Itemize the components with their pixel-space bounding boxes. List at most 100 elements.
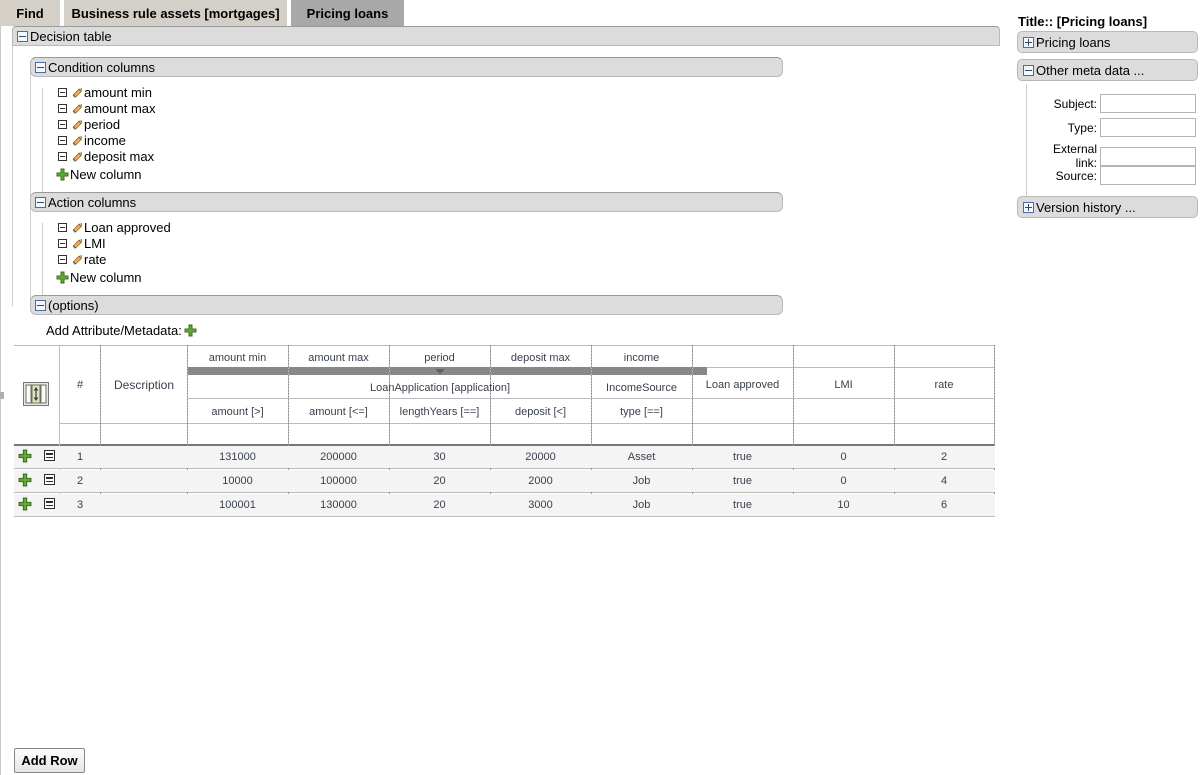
table-cell[interactable]: 130000 [288,494,389,516]
remove-column-icon[interactable] [58,152,67,161]
table-cell[interactable]: Job [591,470,692,492]
panel-condition-columns-header[interactable]: Condition columns [30,57,783,77]
column-sizer-icon[interactable] [23,382,49,406]
action-column-item[interactable]: Loan approved [58,219,171,235]
expand-icon-pricing-loans[interactable] [1023,37,1034,48]
tab-pricing-loans[interactable]: Pricing loans [291,0,404,26]
source-input[interactable] [1100,166,1196,185]
table-cell[interactable]: 20000 [490,446,591,468]
insert-row-icon[interactable] [18,473,31,486]
sidebar-section-pricing-loans[interactable]: Pricing loans [1017,31,1198,53]
sidebar-section-version-history[interactable]: Version history ... [1017,196,1198,218]
edit-pencil-icon[interactable] [71,253,84,266]
splitter-handle[interactable] [0,392,4,399]
subject-input[interactable] [1100,94,1196,113]
insert-row-icon[interactable] [18,449,31,462]
tab-business-rule-assets-mortgages[interactable]: Business rule assets [mortgages] [64,0,287,26]
delete-row-icon[interactable] [44,474,55,485]
action-column-item[interactable]: rate [58,251,106,267]
table-cell[interactable]: 100000 [288,470,389,492]
cell-description[interactable] [101,494,187,516]
table-cell[interactable]: true [692,446,793,468]
new-action-column-button[interactable]: New column [56,269,142,285]
collapse-icon-options[interactable] [35,300,46,311]
cell-row-number[interactable]: 1 [60,446,100,468]
header-col-title[interactable]: amount min [187,348,288,367]
table-cell[interactable]: 10000 [187,470,288,492]
header-col-title[interactable]: amount max [288,348,389,367]
header-col-title[interactable]: LMI [793,375,894,394]
remove-column-icon[interactable] [58,120,67,129]
table-cell[interactable]: 20 [389,494,490,516]
expand-icon-version-history[interactable] [1023,202,1034,213]
table-cell[interactable]: 0 [793,446,894,468]
edit-pencil-icon[interactable] [71,134,84,147]
table-cell[interactable]: 100001 [187,494,288,516]
action-column-item[interactable]: LMI [58,235,106,251]
table-cell[interactable]: Asset [591,446,692,468]
table-cell[interactable]: true [692,494,793,516]
remove-column-icon[interactable] [58,88,67,97]
header-fact-type[interactable]: IncomeSource [591,379,692,397]
table-cell[interactable]: 131000 [187,446,288,468]
tab-find[interactable]: Find [0,0,60,26]
condition-column-item[interactable]: amount min [58,84,152,100]
table-cell[interactable]: 4 [894,470,994,492]
header-col-title[interactable]: deposit max [490,348,591,367]
sidebar-section-other-meta-data[interactable]: Other meta data ... [1017,59,1198,81]
type-input[interactable] [1100,118,1196,137]
edit-pencil-icon[interactable] [71,102,84,115]
remove-column-icon[interactable] [58,239,67,248]
header-col-field[interactable]: type [==] [591,403,692,421]
header-col-field[interactable]: deposit [<] [490,403,591,421]
add-plus-icon[interactable] [184,324,197,337]
condition-column-item[interactable]: amount max [58,100,156,116]
edit-pencil-icon[interactable] [71,150,84,163]
cell-row-number[interactable]: 3 [60,494,100,516]
delete-row-icon[interactable] [44,498,55,509]
remove-column-icon[interactable] [58,255,67,264]
condition-column-item[interactable]: deposit max [58,148,154,164]
remove-column-icon[interactable] [58,136,67,145]
edit-pencil-icon[interactable] [71,221,84,234]
panel-options-header[interactable]: (options) [30,295,783,315]
table-cell[interactable]: Job [591,494,692,516]
delete-row-icon[interactable] [44,450,55,461]
header-col-field[interactable]: amount [<=] [288,403,389,421]
insert-row-icon[interactable] [18,497,31,510]
table-cell[interactable]: 2000 [490,470,591,492]
header-col-field[interactable]: amount [>] [187,403,288,421]
header-col-title[interactable]: Loan approved [692,375,793,394]
condition-column-item[interactable]: income [58,132,126,148]
table-cell[interactable]: 200000 [288,446,389,468]
header-col-field[interactable]: lengthYears [==] [389,403,490,421]
remove-column-icon[interactable] [58,104,67,113]
cell-description[interactable] [101,470,187,492]
condition-column-item[interactable]: period [58,116,120,132]
panel-action-columns-header[interactable]: Action columns [30,192,783,212]
table-cell[interactable]: 30 [389,446,490,468]
edit-pencil-icon[interactable] [71,237,84,250]
edit-pencil-icon[interactable] [71,118,84,131]
header-col-title[interactable]: income [591,348,692,367]
table-cell[interactable]: 20 [389,470,490,492]
external-link-input[interactable] [1100,147,1196,166]
remove-column-icon[interactable] [58,223,67,232]
table-cell[interactable]: 10 [793,494,894,516]
table-cell[interactable]: 6 [894,494,994,516]
collapse-icon-decision-table[interactable] [17,31,28,42]
table-cell[interactable]: true [692,470,793,492]
table-cell[interactable]: 0 [793,470,894,492]
edit-pencil-icon[interactable] [71,86,84,99]
table-cell[interactable]: 2 [894,446,994,468]
add-row-button[interactable]: Add Row [14,748,85,773]
add-attribute-metadata-row[interactable]: Add Attribute/Metadata: [46,322,197,338]
collapse-icon-action-columns[interactable] [35,197,46,208]
new-condition-column-button[interactable]: New column [56,166,142,182]
header-col-title[interactable]: period [389,348,490,367]
collapse-icon-condition-columns[interactable] [35,62,46,73]
collapse-icon-other-meta-data[interactable] [1023,65,1034,76]
header-col-title[interactable]: rate [894,375,994,394]
table-cell[interactable]: 3000 [490,494,591,516]
panel-decision-table-header[interactable]: Decision table [12,26,1000,46]
